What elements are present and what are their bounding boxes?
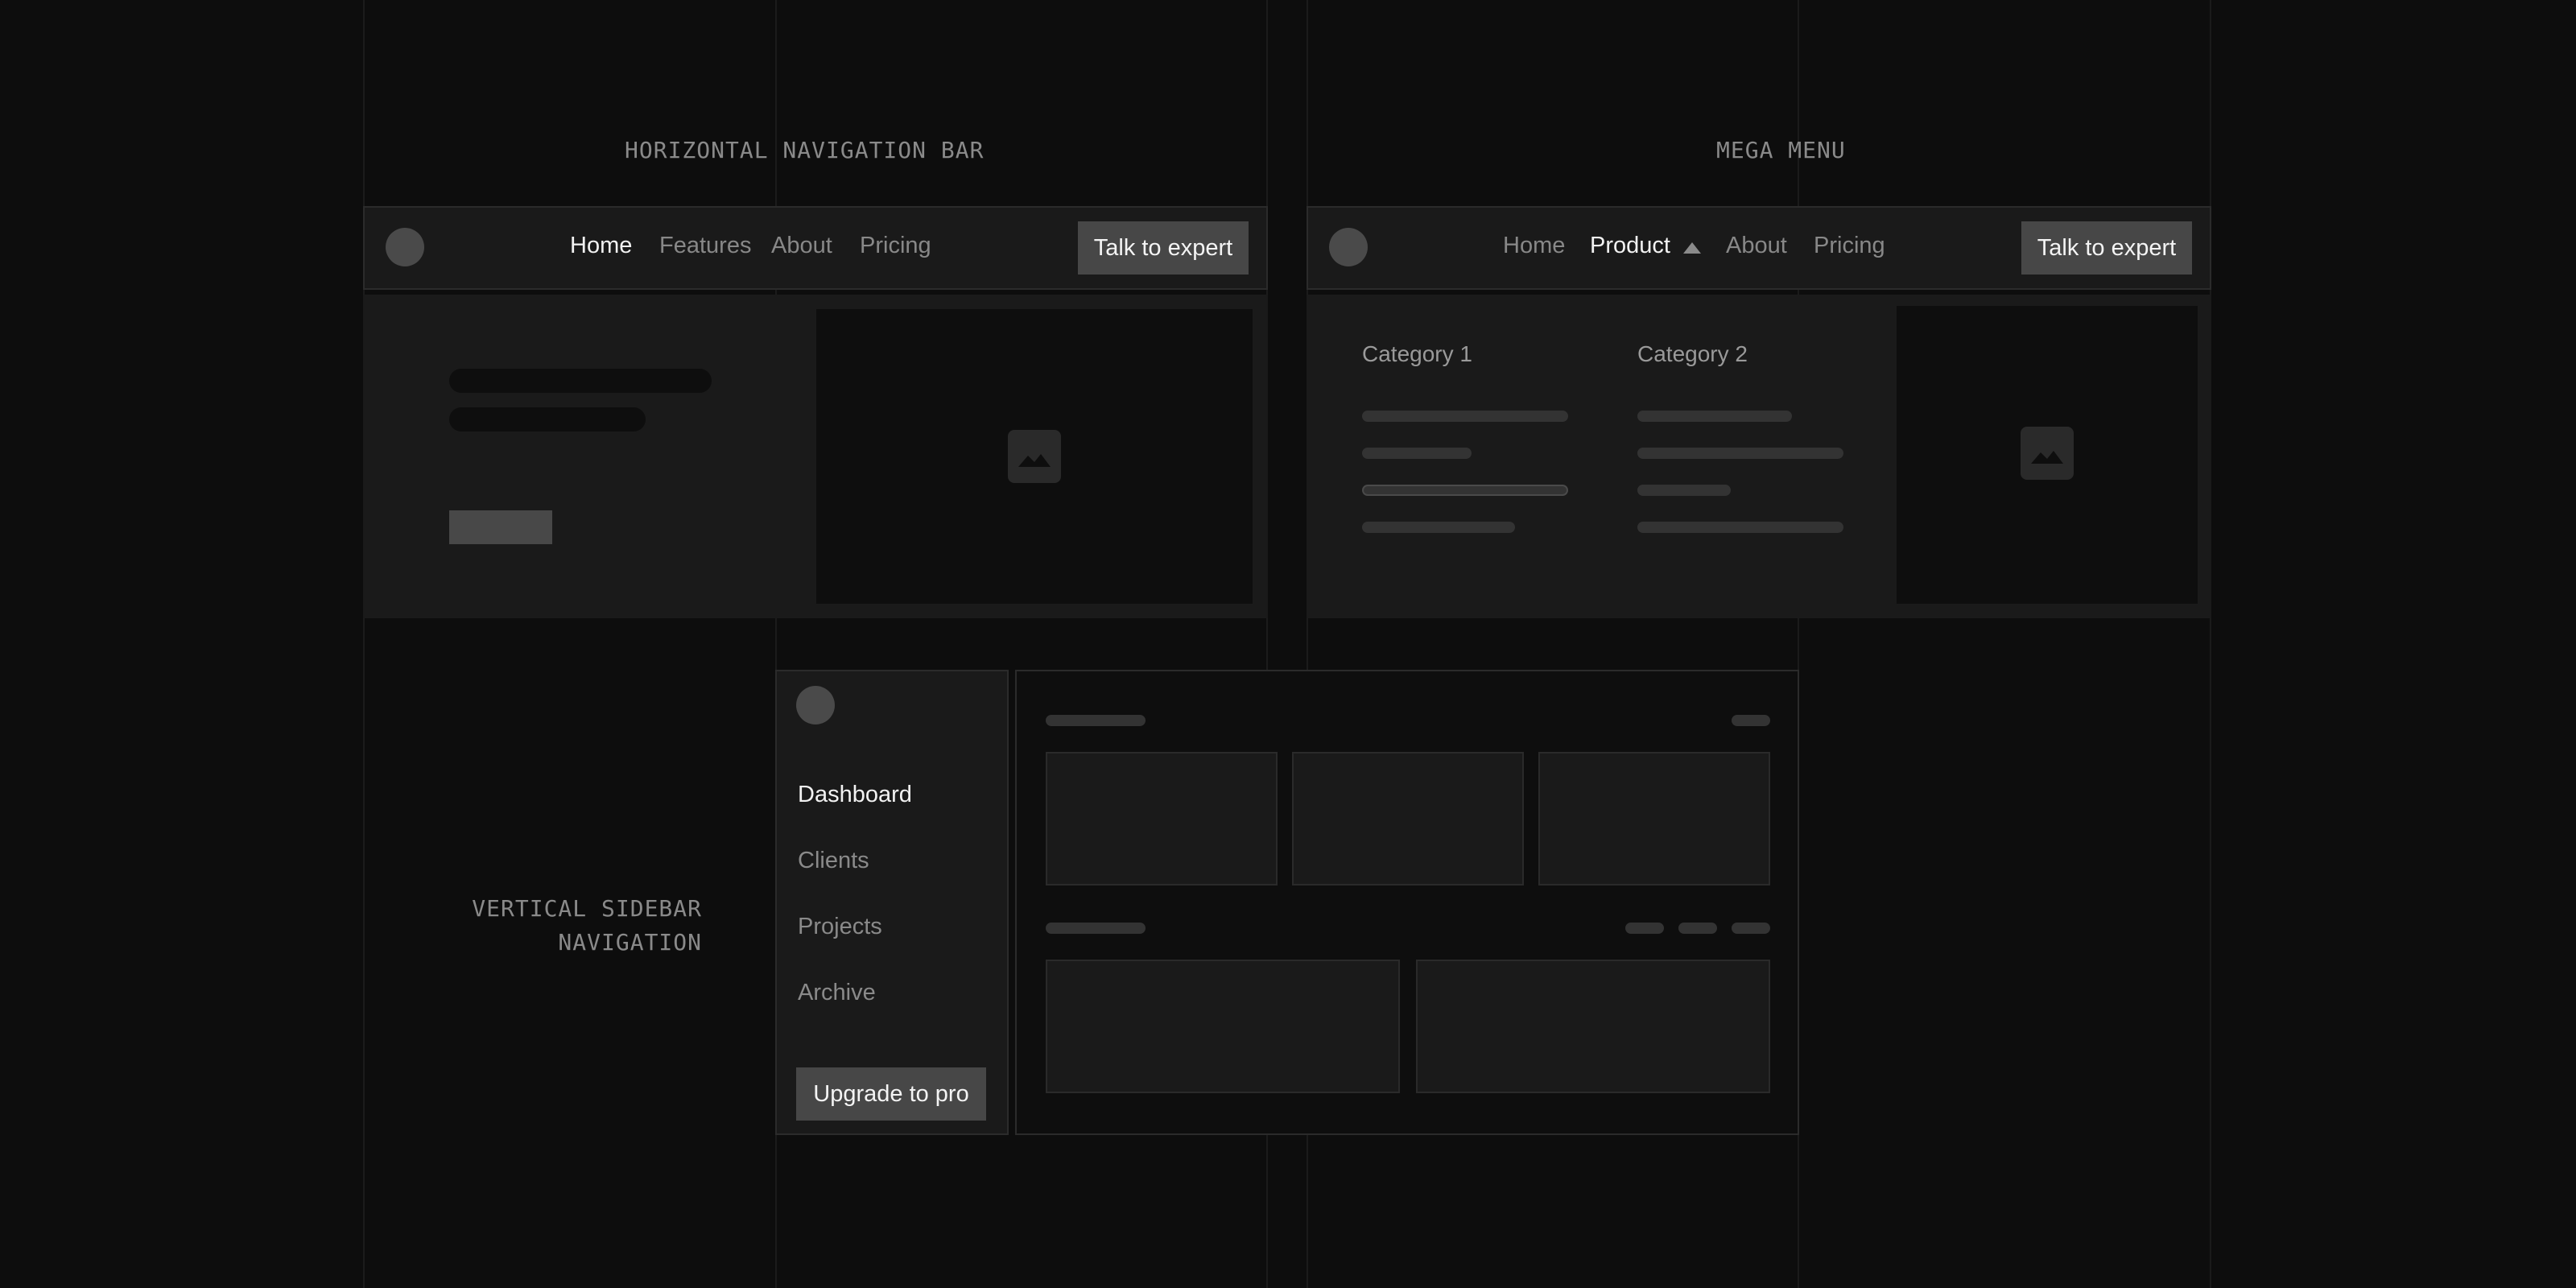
category-1-link[interactable] <box>1362 522 1515 533</box>
image-icon <box>2021 427 2074 480</box>
talk-to-expert-button[interactable]: Talk to expert <box>2021 221 2192 275</box>
nav-item-features[interactable]: Features <box>659 233 751 259</box>
logo[interactable] <box>1329 228 1368 266</box>
nav-item-product[interactable]: Product <box>1590 233 1670 259</box>
category-2-link[interactable] <box>1637 485 1731 496</box>
filter-placeholder[interactable] <box>1625 923 1664 934</box>
talk-to-expert-button[interactable]: Talk to expert <box>1078 221 1249 275</box>
caption-sidebar: VERTICAL SIDEBAR NAVIGATION <box>451 892 702 960</box>
sidebar-item-projects[interactable]: Projects <box>798 914 882 940</box>
category-2-link[interactable] <box>1637 448 1843 459</box>
grid-line <box>363 0 365 1288</box>
hero-image <box>816 309 1253 604</box>
filter-placeholder[interactable] <box>1678 923 1717 934</box>
stat-card <box>1046 752 1278 886</box>
category-2-title: Category 2 <box>1637 341 1748 366</box>
stat-card <box>1292 752 1524 886</box>
category-1-title: Category 1 <box>1362 341 1472 366</box>
caption-sidebar-line1: VERTICAL SIDEBAR <box>472 895 702 922</box>
nav-item-about[interactable]: About <box>1726 233 1787 259</box>
grid-line <box>2210 0 2211 1288</box>
upgrade-to-pro-button[interactable]: Upgrade to pro <box>796 1067 986 1121</box>
stat-card <box>1538 752 1770 886</box>
mega-menu-navbar: Home Product About Pricing Talk to exper… <box>1307 206 2211 290</box>
category-2-link[interactable] <box>1637 522 1843 533</box>
hero-preview <box>363 295 1268 618</box>
sidebar-item-dashboard[interactable]: Dashboard <box>798 782 912 808</box>
caption-mega-menu: MEGA MENU <box>1716 137 1846 163</box>
filter-placeholder[interactable] <box>1732 923 1770 934</box>
section-title-placeholder <box>1046 923 1146 934</box>
sidebar-item-archive[interactable]: Archive <box>798 980 876 1006</box>
dashboard-content <box>1015 670 1799 1135</box>
content-card <box>1046 960 1400 1093</box>
mega-menu-dropdown: Category 1 Category 2 <box>1307 295 2211 618</box>
caption-horizontal-nav: HORIZONTAL NAVIGATION BAR <box>625 137 985 163</box>
action-placeholder[interactable] <box>1732 715 1770 726</box>
category-1-link-hovered[interactable] <box>1362 485 1568 496</box>
image-icon <box>1008 430 1061 483</box>
mega-menu-image <box>1897 306 2198 604</box>
horizontal-navbar: Home Features About Pricing Talk to expe… <box>363 206 1268 290</box>
section-title-placeholder <box>1046 715 1146 726</box>
category-1-link[interactable] <box>1362 448 1472 459</box>
content-card <box>1416 960 1770 1093</box>
logo[interactable] <box>386 228 424 266</box>
nav-item-home[interactable]: Home <box>570 233 632 259</box>
caption-sidebar-line2: NAVIGATION <box>558 929 702 956</box>
category-2-link[interactable] <box>1637 411 1792 422</box>
nav-item-about[interactable]: About <box>771 233 832 259</box>
nav-item-home[interactable]: Home <box>1503 233 1565 259</box>
hero-title-placeholder <box>449 369 712 393</box>
hero-cta-placeholder <box>449 510 552 544</box>
sidebar-item-clients[interactable]: Clients <box>798 848 869 874</box>
hero-subtitle-placeholder <box>449 407 646 431</box>
nav-item-pricing[interactable]: Pricing <box>860 233 931 259</box>
caret-up-icon[interactable] <box>1683 242 1701 258</box>
sidebar: Dashboard Clients Projects Archive Upgra… <box>775 670 1009 1135</box>
category-1-link[interactable] <box>1362 411 1568 422</box>
logo[interactable] <box>796 686 835 724</box>
nav-item-pricing[interactable]: Pricing <box>1814 233 1885 259</box>
